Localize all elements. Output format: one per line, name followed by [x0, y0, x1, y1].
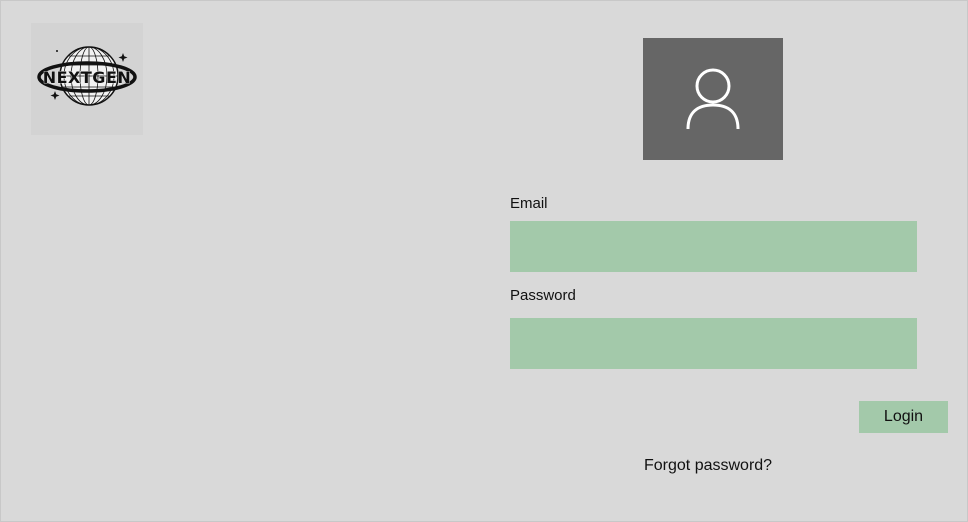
password-label: Password: [510, 287, 576, 304]
brand-logo: NEXTGEN: [31, 23, 143, 135]
email-field[interactable]: [510, 221, 917, 272]
avatar: [643, 38, 783, 160]
svg-text:NEXTGEN: NEXTGEN: [43, 68, 132, 87]
forgot-password-link[interactable]: Forgot password?: [644, 457, 772, 475]
login-button[interactable]: Login: [859, 401, 948, 433]
password-field[interactable]: [510, 318, 917, 369]
globe-logo-icon: NEXTGEN: [37, 46, 137, 106]
login-page: NEXTGEN Email Password Login Forgot pass…: [0, 0, 968, 522]
user-icon: [686, 68, 740, 130]
email-label: Email: [510, 195, 548, 212]
